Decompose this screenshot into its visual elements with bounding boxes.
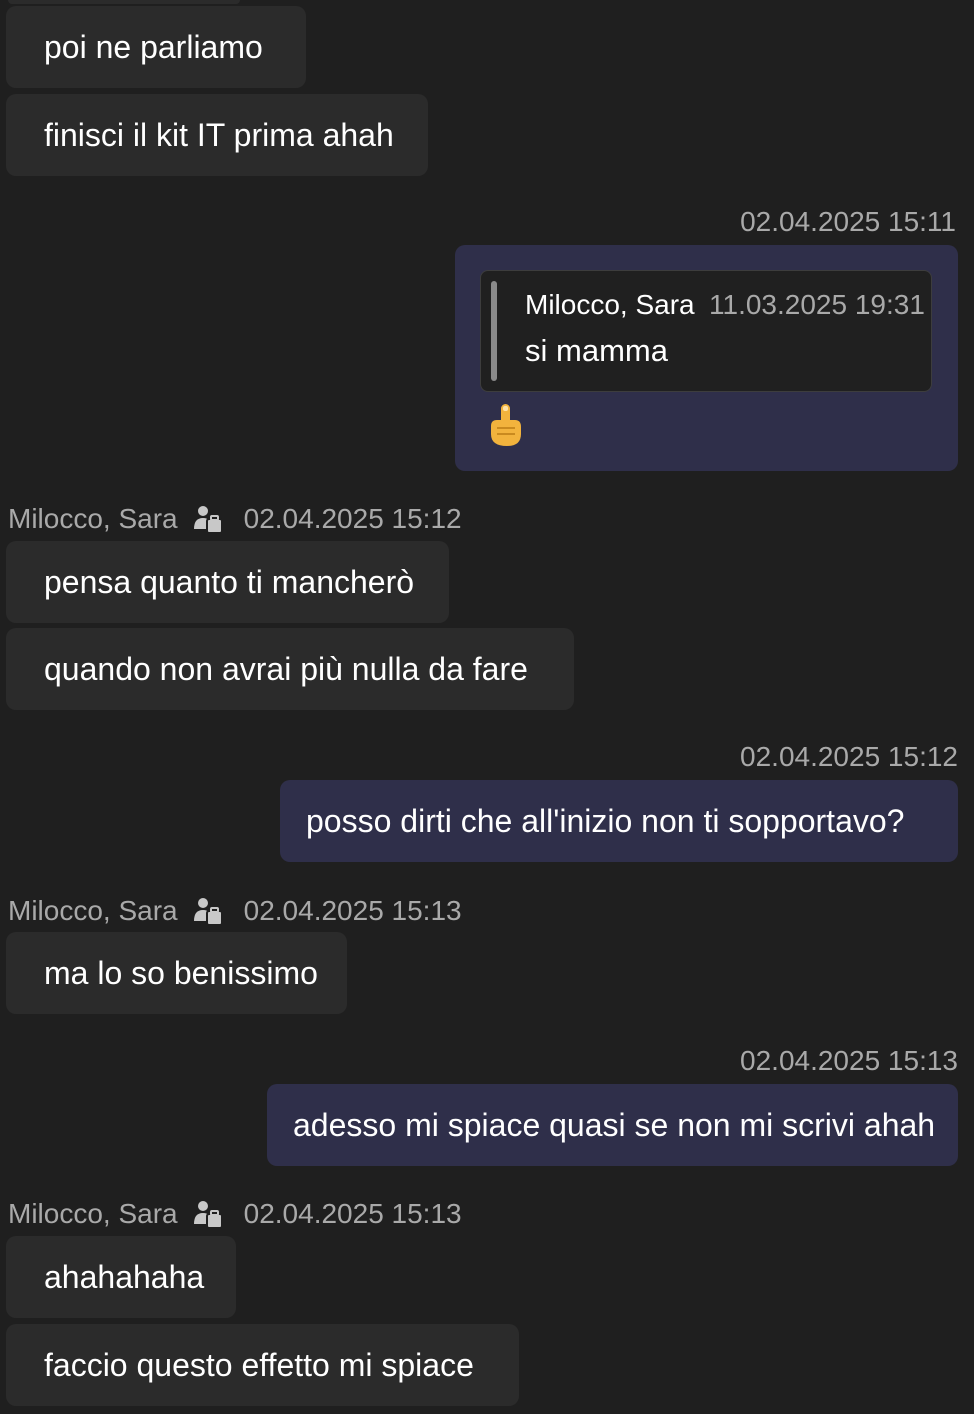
incoming-message[interactable]: ma lo so benissimo [6, 932, 347, 1014]
message-timestamp: 02.04.2025 15:11 [740, 206, 956, 237]
quoted-message[interactable]: Milocco, Sara 11.03.2025 19:31 si mamma [480, 270, 932, 392]
pointing-up-emoji [486, 402, 526, 448]
sender-name: Milocco, Sara [8, 1198, 178, 1229]
organization-icon [192, 503, 224, 535]
previous-message-edge [8, 0, 240, 4]
organization-icon [192, 895, 224, 927]
incoming-message[interactable]: ahahahaha [6, 1236, 236, 1318]
message-text: posso dirti che all'inizio non ti soppor… [306, 803, 905, 839]
sender-header: Milocco, Sara 02.04.2025 15:12 [8, 502, 462, 536]
message-timestamp: 02.04.2025 15:12 [243, 503, 462, 534]
sender-header: Milocco, Sara 02.04.2025 15:13 [8, 894, 462, 928]
sender-header: Milocco, Sara 02.04.2025 15:13 [8, 1197, 462, 1231]
incoming-message[interactable]: quando non avrai più nulla da fare [6, 628, 574, 710]
message-text: pensa quanto ti mancherò [44, 564, 415, 600]
message-timestamp: 02.04.2025 15:12 [740, 741, 958, 772]
message-timestamp: 02.04.2025 15:13 [243, 1198, 462, 1229]
quote-timestamp: 11.03.2025 19:31 [709, 289, 925, 320]
message-text: adesso mi spiace quasi se non mi scrivi … [293, 1107, 936, 1143]
message-text: ahahahaha [44, 1259, 205, 1295]
organization-icon [192, 1198, 224, 1230]
message-text: faccio questo effetto mi spiace [44, 1347, 474, 1383]
outgoing-message[interactable]: adesso mi spiace quasi se non mi scrivi … [267, 1084, 958, 1166]
incoming-message[interactable]: faccio questo effetto mi spiace [6, 1324, 519, 1406]
incoming-message[interactable]: poi ne parliamo [6, 6, 306, 88]
message-text: finisci il kit IT prima ahah [44, 117, 394, 153]
incoming-message[interactable]: finisci il kit IT prima ahah [6, 94, 428, 176]
message-timestamp: 02.04.2025 15:13 [740, 1045, 958, 1076]
quote-bar [491, 281, 497, 381]
quote-author: Milocco, Sara [525, 289, 695, 320]
sender-name: Milocco, Sara [8, 895, 178, 926]
sender-name: Milocco, Sara [8, 503, 178, 534]
message-text: ma lo so benissimo [44, 955, 318, 991]
outgoing-message[interactable]: posso dirti che all'inizio non ti soppor… [280, 780, 958, 862]
message-text: poi ne parliamo [44, 29, 263, 65]
message-text: quando non avrai più nulla da fare [44, 651, 528, 687]
incoming-message[interactable]: pensa quanto ti mancherò [6, 541, 449, 623]
quote-text: si mamma [525, 333, 668, 368]
message-timestamp: 02.04.2025 15:13 [243, 895, 462, 926]
